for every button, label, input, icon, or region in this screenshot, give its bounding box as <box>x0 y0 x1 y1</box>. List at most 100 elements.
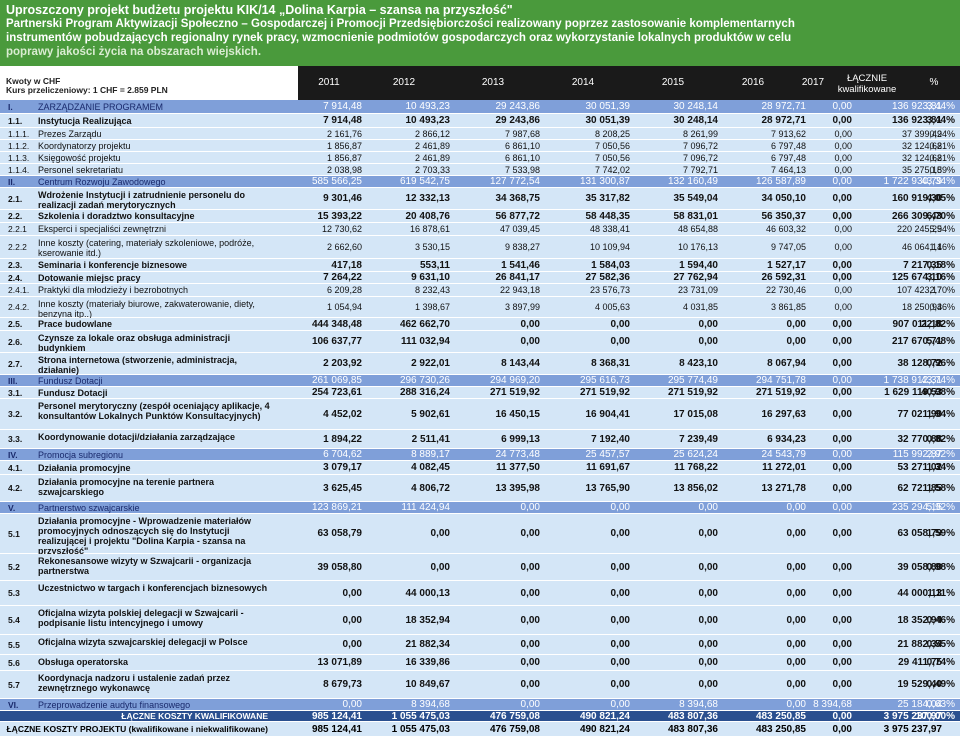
row-value: 0,00 <box>786 679 806 690</box>
row-value: 0,00 <box>834 224 852 234</box>
row-value: 2 662,60 <box>326 242 362 252</box>
table-row: ŁĄCZNE KOSZTY PROJEKTU (kwalifikowane i … <box>0 722 960 737</box>
row-value: 3 079,17 <box>323 462 362 473</box>
row-value: 0,00 <box>342 639 362 650</box>
row-value: 7 192,40 <box>591 434 630 445</box>
row-value: 6 704,62 <box>323 449 362 460</box>
row-value: 28 972,71 <box>761 115 807 126</box>
row-percent: 5,48% <box>926 336 955 347</box>
table-row: II. Centrum Rozwoju Zawodowego 585 566,25 6… <box>0 176 960 188</box>
row-value: 6 861,10 <box>504 141 540 151</box>
row-name: Praktyki dla młodzieży i bezrobotnych <box>38 285 189 295</box>
table-row: IV. Promocja subregionu 6 704,62 8 889,17 24… <box>0 449 960 461</box>
row-value: 0,00 <box>786 657 806 668</box>
row-value: 8 067,94 <box>767 358 806 369</box>
row-code: 2.6. <box>8 337 23 347</box>
row-value: 56 350,37 <box>761 211 807 222</box>
row-code: 2.4.1. <box>8 285 30 295</box>
row-value: 0,00 <box>786 615 806 626</box>
row-value: 6 797,48 <box>770 153 806 163</box>
row-value: 0,00 <box>786 639 806 650</box>
row-value: 30 051,39 <box>585 101 631 112</box>
row-value: 271 519,92 <box>579 387 630 398</box>
row-value: 0,00 <box>342 588 362 599</box>
row-value: 553,11 <box>419 260 450 271</box>
row-percent: 43,34% <box>921 176 955 187</box>
row-name: Uczestnictwo w targach i konferencjach b… <box>38 583 268 593</box>
row-value: 0,00 <box>832 502 852 513</box>
row-value: 0,00 <box>520 588 540 599</box>
row-name: ŁĄCZNE KOSZTY PROJEKTU (kwalifikowane i … <box>6 724 268 734</box>
row-code: 2.7. <box>8 359 23 369</box>
row-name: Personel sekretariatu <box>38 165 124 175</box>
row-percent: 43,74% <box>921 375 955 386</box>
row-value: 8 208,25 <box>594 129 630 139</box>
row-value: 20 408,76 <box>405 211 451 222</box>
row-value: 6 797,48 <box>770 141 806 151</box>
header-total-sub: kwalifikowane <box>837 84 897 95</box>
row-code: 2.4. <box>8 273 23 283</box>
row-value: 26 841,17 <box>495 272 541 283</box>
row-code: 3.2. <box>8 409 23 419</box>
row-code: 5.6 <box>8 658 20 668</box>
row-value: 7 987,68 <box>504 129 540 139</box>
row-percent: 3,44% <box>926 101 955 112</box>
table-header: 2011 2012 2013 2014 2015 2016 2017 ŁĄCZN… <box>298 66 960 100</box>
row-value: 0,00 <box>832 483 852 494</box>
row-value: 0,00 <box>342 615 362 626</box>
row-value: 0,00 <box>698 639 718 650</box>
table-row: 5.7 Koordynacja nadzoru i ustalenie zadań… <box>0 671 960 699</box>
row-value: 46 603,32 <box>765 224 806 234</box>
table-row: 1.1.2. Koordynatorzy projektu 1 856,87 2 46… <box>0 140 960 152</box>
row-value: 10 493,23 <box>405 101 451 112</box>
row-code: 1.1.1. <box>8 129 30 139</box>
row-value: 11 377,50 <box>496 462 540 473</box>
row-value: 271 519,92 <box>755 387 806 398</box>
table-row: 2.4.1. Praktyki dla młodzieży i bezrobotn… <box>0 284 960 297</box>
row-name: Koordynowanie dotacji/działania zarządza… <box>38 432 236 442</box>
row-value: 271 519,92 <box>667 387 718 398</box>
row-name: Fundusz Dotacji <box>38 376 103 386</box>
row-value: 0,00 <box>520 657 540 668</box>
row-value: 4 005,63 <box>594 302 630 312</box>
row-name: Instytucja Realizująca <box>38 116 132 126</box>
row-value: 123 869,21 <box>311 502 362 513</box>
row-value: 0,00 <box>520 562 540 573</box>
row-value: 34 368,75 <box>495 193 541 204</box>
row-code: 5.5 <box>8 640 20 650</box>
row-value: 39 058,80 <box>317 562 363 573</box>
row-value: 0,00 <box>786 588 806 599</box>
row-name: Dotowanie miejsc pracy <box>38 273 141 283</box>
row-value: 0,00 <box>430 562 450 573</box>
row-name: Księgowość projektu <box>38 153 121 163</box>
table-row: V. Partnerstwo szwajcarskie 123 869,21 111 … <box>0 502 960 514</box>
row-value: 0,00 <box>834 285 852 295</box>
row-code: 2.4.2. <box>8 302 30 312</box>
row-value: 12 730,62 <box>321 224 362 234</box>
row-percent: 0,55% <box>926 639 955 650</box>
row-value: 0,00 <box>834 129 852 139</box>
row-value: 254 723,61 <box>311 387 362 398</box>
row-value: 0,00 <box>520 528 540 539</box>
row-value: 0,00 <box>786 528 806 539</box>
header-year: 2015 <box>661 77 685 88</box>
row-name: Obsługa operatorska <box>38 657 129 667</box>
row-name: Inne koszty (materiały biurowe, zakwater… <box>38 299 255 319</box>
row-value: 1 541,46 <box>501 260 540 271</box>
header-year: 2016 <box>741 77 765 88</box>
row-value: 2 703,33 <box>414 165 450 175</box>
row-value: 1 527,17 <box>767 260 806 271</box>
row-value: 25 624,24 <box>673 449 719 460</box>
row-value: 0,00 <box>834 165 852 175</box>
row-value: 0,00 <box>610 562 630 573</box>
table-row: 1.1. Instytucja Realizująca 7 914,48 10 493… <box>0 114 960 128</box>
table-row: 5.4 Oficjalna wizyta polskiej delegacji w… <box>0 606 960 635</box>
row-name: Czynsze za lokale oraz obsługa administr… <box>38 333 231 353</box>
row-value: 6 861,10 <box>504 153 540 163</box>
row-value: 0,00 <box>786 562 806 573</box>
row-code: 5.2 <box>8 562 20 572</box>
row-value: 6 999,13 <box>501 434 540 445</box>
row-value: 0,00 <box>610 528 630 539</box>
table-row: III. Fundusz Dotacji 261 069,85 296 730,26 2… <box>0 375 960 387</box>
row-value: 8 394,68 <box>679 699 718 710</box>
